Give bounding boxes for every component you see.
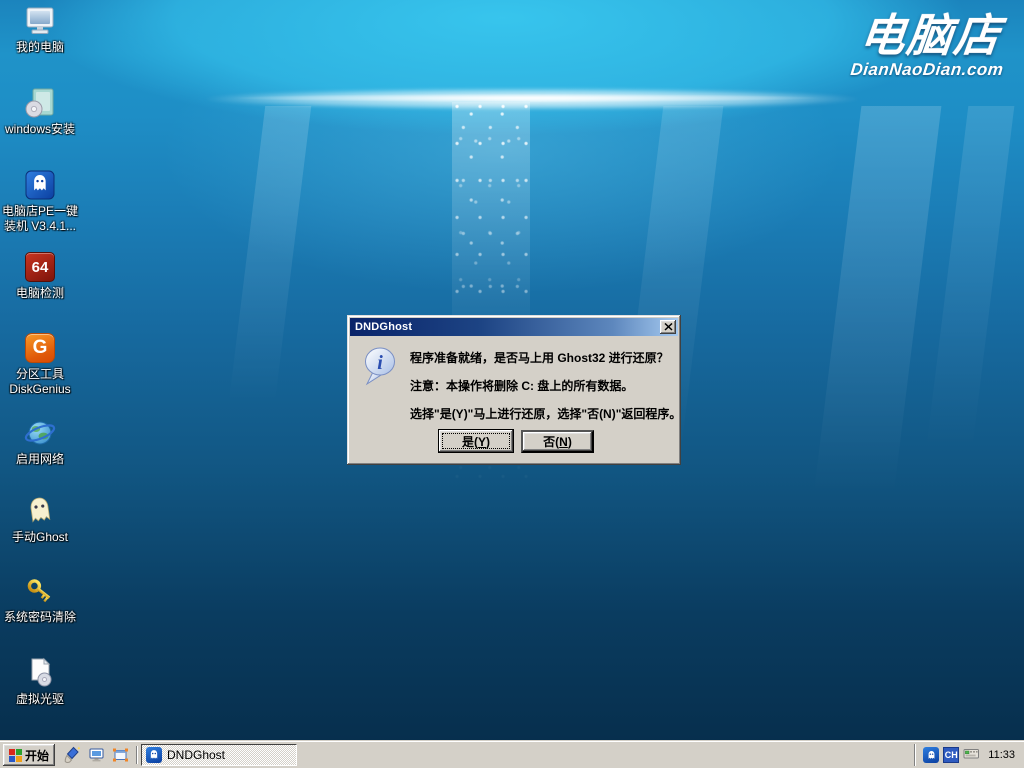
water-surface-foam — [110, 84, 954, 114]
desktop-icon-enable-network[interactable]: 启用网络 — [0, 416, 80, 467]
desktop-icon-label: windows安装 — [5, 122, 75, 137]
key-icon — [23, 574, 57, 608]
desktop-icon-virtual-drive[interactable]: 虚拟光驱 — [0, 656, 80, 707]
start-button[interactable]: 开始 — [3, 744, 55, 766]
desktop-icon-windows-install[interactable]: windows安装 — [0, 86, 80, 137]
dialog-titlebar[interactable]: DNDGhost — [350, 318, 678, 336]
no-label: 否( — [543, 435, 559, 449]
dialog-message-line: 程序准备就绪，是否马上用 Ghost32 进行还原？ — [410, 349, 669, 366]
tray-ghost-icon[interactable] — [923, 747, 939, 763]
cpu-64-icon: 64 — [23, 250, 57, 284]
yes-label: 是( — [462, 435, 478, 449]
quick-launch — [62, 745, 130, 765]
water-surface-highlight — [180, 93, 874, 103]
close-icon — [664, 323, 673, 331]
dialog-message-line: 注意：本操作将删除 C: 盘上的所有数据。 — [410, 377, 633, 394]
window-layout-icon[interactable] — [110, 745, 130, 765]
desktop-icon-label: 启用网络 — [16, 452, 64, 467]
badge-64-text: 64 — [32, 259, 49, 276]
cleanup-brush-icon[interactable] — [62, 745, 82, 765]
desktop-icon-label: 电脑店PE一键 装机 V3.4.1... — [2, 204, 78, 234]
system-tray: CH 11:33 — [914, 744, 1021, 766]
document-disc-icon — [23, 656, 57, 690]
ghost-icon — [23, 494, 57, 528]
desktop-icon-label: 手动Ghost — [12, 530, 68, 545]
desktop: 电脑店 DianNaoDian.com 我的电脑 windows安装 — [0, 0, 1024, 768]
desktop-icon-label: 电脑检测 — [16, 286, 64, 301]
taskbar-separator — [136, 746, 137, 764]
info-balloon-icon: i — [362, 346, 400, 393]
light-ray — [225, 106, 312, 436]
svg-text:i: i — [377, 352, 383, 374]
desktop-icon-manual-ghost[interactable]: 手动Ghost — [0, 494, 80, 545]
start-label: 开始 — [25, 747, 49, 764]
wallpaper-brand-logo: 电脑店 DianNaoDian.com — [849, 12, 1009, 80]
dialog-body: i 程序准备就绪，是否马上用 Ghost32 进行还原？ 注意：本操作将删除 C… — [350, 336, 678, 462]
brand-domain: DianNaoDian.com — [849, 60, 1004, 80]
g-glyph-text: G — [33, 337, 48, 359]
no-button[interactable]: 否(N) — [521, 430, 594, 453]
start-logo-icon — [9, 749, 22, 762]
desktop-icon-my-computer[interactable]: 我的电脑 — [0, 4, 80, 55]
yes-label-end: ) — [486, 435, 490, 449]
soft-keyboard-icon[interactable] — [963, 744, 980, 766]
no-access-key: N — [559, 435, 568, 449]
dialog-message-line: 选择"是(Y)"马上进行还原，选择"否(N)"返回程序。 — [410, 405, 681, 422]
yes-access-key: Y — [478, 435, 486, 449]
taskbar-task-button-dndghost[interactable]: DNDGhost — [141, 744, 297, 766]
brand-title: 电脑店 — [852, 12, 1010, 60]
install-box-disc-icon — [23, 86, 57, 120]
show-desktop-icon[interactable] — [86, 745, 106, 765]
desktop-icon-label: 分区工具 DiskGenius — [9, 367, 70, 397]
desktop-icon-pc-check[interactable]: 64 电脑检测 — [0, 250, 80, 301]
light-ray — [922, 106, 1015, 486]
light-ray — [809, 106, 942, 536]
taskbar: 开始 — [0, 741, 1024, 768]
my-computer-icon — [23, 4, 57, 38]
desktop-icon-password-clear[interactable]: 系统密码清除 — [0, 574, 80, 625]
desktop-icon-label: 系统密码清除 — [4, 610, 76, 625]
ghost-icon — [146, 747, 162, 763]
yes-button[interactable]: 是(Y) — [438, 429, 514, 453]
language-indicator[interactable]: CH — [943, 747, 959, 763]
desktop-icon-label: 虚拟光驱 — [16, 692, 64, 707]
no-label-end: ) — [568, 435, 572, 449]
dndghost-dialog: DNDGhost i 程序准备就绪，是否马上用 Ghost32 进行还原？ 注意… — [347, 315, 681, 465]
network-globe-icon — [23, 416, 57, 450]
desktop-icon-label: 我的电脑 — [16, 40, 64, 55]
ghost-app-icon — [23, 168, 57, 202]
task-button-label: DNDGhost — [167, 748, 225, 762]
desktop-icon-pe-one-key-install[interactable]: 电脑店PE一键 装机 V3.4.1... — [0, 168, 80, 234]
dialog-title: DNDGhost — [355, 321, 412, 333]
language-label: CH — [945, 750, 958, 760]
desktop-icon-diskgenius[interactable]: G 分区工具 DiskGenius — [0, 331, 80, 397]
tray-clock: 11:33 — [988, 749, 1015, 761]
close-button[interactable] — [660, 320, 676, 334]
diskgenius-g-icon: G — [23, 331, 57, 365]
